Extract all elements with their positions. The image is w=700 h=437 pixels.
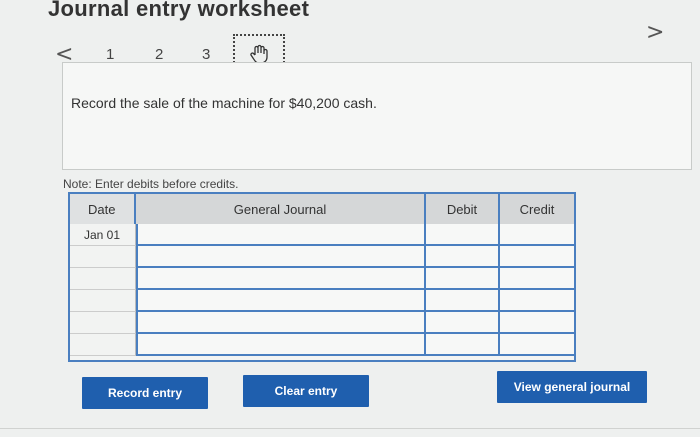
debit-input[interactable]	[426, 312, 500, 334]
date-cell	[70, 334, 136, 356]
account-input[interactable]	[136, 290, 426, 312]
debit-input[interactable]	[426, 224, 500, 246]
account-input[interactable]	[136, 312, 426, 334]
page-2-button[interactable]: 2	[155, 46, 163, 63]
debit-input[interactable]	[426, 334, 500, 356]
debit-input[interactable]	[426, 268, 500, 290]
credit-input[interactable]	[500, 290, 574, 312]
debit-input[interactable]	[426, 290, 500, 312]
credit-input[interactable]	[500, 334, 574, 356]
date-cell	[70, 290, 136, 312]
table-row	[70, 290, 574, 312]
page-title: Journal entry worksheet	[48, 0, 310, 21]
page-3-button[interactable]: 3	[202, 46, 210, 63]
table-row	[70, 268, 574, 290]
table-row	[70, 334, 574, 356]
date-cell	[70, 246, 136, 268]
date-cell	[70, 312, 136, 334]
table-row	[70, 246, 574, 268]
divider	[0, 428, 700, 429]
credit-input[interactable]	[500, 268, 574, 290]
clear-entry-button[interactable]: Clear entry	[243, 375, 369, 407]
instruction-note: Note: Enter debits before credits.	[63, 177, 239, 191]
credit-input[interactable]	[500, 246, 574, 268]
debit-input[interactable]	[426, 246, 500, 268]
record-entry-button[interactable]: Record entry	[82, 377, 208, 409]
column-header-debit: Debit	[426, 194, 500, 224]
date-cell: Jan 01	[70, 224, 136, 246]
credit-input[interactable]	[500, 312, 574, 334]
column-header-date: Date	[70, 194, 136, 224]
table-row	[70, 312, 574, 334]
column-header-credit: Credit	[500, 194, 574, 224]
column-header-general-journal: General Journal	[136, 194, 426, 224]
account-input[interactable]	[136, 224, 426, 246]
journal-entry-table: Date General Journal Debit Credit Jan 01	[68, 192, 576, 362]
account-input[interactable]	[136, 268, 426, 290]
account-input[interactable]	[136, 246, 426, 268]
page-1-button[interactable]: 1	[106, 46, 114, 63]
date-cell	[70, 268, 136, 290]
transaction-description: Record the sale of the machine for $40,2…	[71, 95, 377, 111]
table-row: Jan 01	[70, 224, 574, 246]
credit-input[interactable]	[500, 224, 574, 246]
view-general-journal-button[interactable]: View general journal	[497, 371, 647, 403]
next-page-button[interactable]: >	[646, 20, 664, 45]
transaction-description-box: Record the sale of the machine for $40,2…	[62, 62, 692, 170]
account-input[interactable]	[136, 334, 426, 356]
